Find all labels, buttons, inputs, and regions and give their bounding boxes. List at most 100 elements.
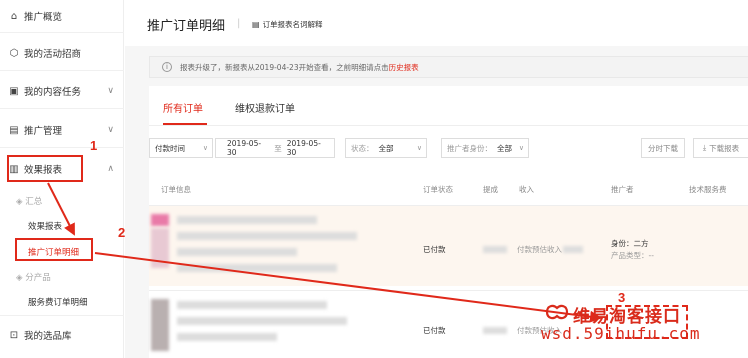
history-report-link[interactable]: 历史报表 xyxy=(389,62,419,73)
column-header: 推广者 xyxy=(611,185,634,194)
status-value: 全部 xyxy=(378,143,394,153)
table-row[interactable]: 已付款 付款预估收入 身份：二方 产品类型：-- xyxy=(149,206,748,286)
order-info-text xyxy=(177,232,357,240)
chevron-down-icon: ∨ xyxy=(202,144,208,152)
order-status: 已付款 xyxy=(423,245,446,254)
annotation-number: 2 xyxy=(118,225,126,240)
product-thumbnail xyxy=(151,299,169,351)
divider xyxy=(0,315,124,316)
info-icon: i xyxy=(162,62,172,72)
glossary-link-label: 订单报表名词解释 xyxy=(262,20,323,29)
sidebar-group-label: 分产品 xyxy=(25,273,51,283)
upgrade-notice: i 报表升级了，新报表从2019-04-23开始查看，之前明细请点击 历史报表 xyxy=(149,56,748,78)
chevron-up-icon: ∧ xyxy=(107,164,114,174)
filter-bar: 付款时间 ∨ 2019-05-30 至 2019-05-30 状态： 全部 ∨ … xyxy=(149,126,748,170)
divider xyxy=(0,147,124,148)
order-info-text xyxy=(177,301,327,309)
income-label: 付款预估收入 xyxy=(517,245,562,254)
timed-download-button[interactable]: 分时下载 xyxy=(641,138,685,158)
promoter-role: 身份：二方 xyxy=(611,239,649,248)
divider xyxy=(0,32,124,33)
glossary-link[interactable]: ▤ 订单报表名词解释 xyxy=(252,19,323,30)
sidebar-item-campaigns[interactable]: ⬡ 我的活动招商 xyxy=(8,42,120,64)
role-label: 推广者身份： xyxy=(447,143,492,153)
page-title: 推广订单明细 xyxy=(147,19,226,34)
column-header: 订单状态 xyxy=(423,185,453,194)
divider xyxy=(0,70,124,71)
promoter-role-select[interactable]: 推广者身份： 全部 ∨ xyxy=(441,138,529,158)
sidebar-item-selection-library[interactable]: ⊡ 我的选品库 xyxy=(8,324,120,346)
layers-icon: ◈ xyxy=(16,273,23,283)
status-label: 状态： xyxy=(351,143,374,153)
tab-refund-orders[interactable]: 维权退款订单 xyxy=(235,100,295,115)
sidebar-item-content-tasks[interactable]: ▣ 我的内容任务 ∨ xyxy=(8,80,120,102)
manage-icon: ▤ xyxy=(9,124,19,136)
annotation-number: 1 xyxy=(90,138,98,153)
sidebar-item-promo-manage[interactable]: ▤ 推广管理 ∨ xyxy=(8,119,120,141)
sidebar-item-label: 我的选品库 xyxy=(24,331,72,342)
role-value: 全部 xyxy=(497,143,512,153)
order-info-text xyxy=(177,317,347,325)
watermark-logo xyxy=(545,304,569,320)
time-type-select[interactable]: 付款时间 ∨ xyxy=(149,138,213,158)
product-type: 产品类型：-- xyxy=(611,251,654,260)
notice-text: 报表升级了，新报表从2019-04-23开始查看，之前明细请点击 xyxy=(180,62,389,72)
sidebar-subitem-effect-report[interactable]: 效果报表 xyxy=(28,220,62,232)
sidebar-group-summary: ◈ 汇总 xyxy=(16,195,42,207)
chevron-down-icon: ∨ xyxy=(416,144,422,152)
download-report-label: 下载报表 xyxy=(709,143,740,153)
sidebar-group-by-product: ◈ 分产品 xyxy=(16,271,51,283)
active-tab-indicator xyxy=(163,123,207,125)
divider xyxy=(0,108,124,109)
chevron-down-icon: ∨ xyxy=(107,125,114,135)
sidebar-item-label: 推广概览 xyxy=(24,12,63,23)
order-info-text xyxy=(177,248,297,256)
commission-value xyxy=(483,327,507,334)
order-tabs: 所有订单 维权退款订单 xyxy=(149,86,748,126)
chevron-down-icon: ∨ xyxy=(518,144,524,152)
column-header: 订单信息 xyxy=(161,185,191,194)
sidebar-subitem-service-order-detail[interactable]: 服务费订单明细 xyxy=(28,296,88,308)
home-icon: ⌂ xyxy=(10,10,18,22)
date-from: 2019-05-30 xyxy=(227,139,262,157)
task-icon: ▣ xyxy=(9,85,19,97)
document-icon: ▤ xyxy=(252,20,260,29)
layers-icon: ◈ xyxy=(16,197,23,207)
income-value xyxy=(563,246,583,253)
sidebar-item-label: 我的内容任务 xyxy=(24,87,82,98)
commission-value xyxy=(483,246,507,253)
order-status: 已付款 xyxy=(423,326,446,335)
product-thumbnail xyxy=(151,214,169,226)
download-icon: ⤓ xyxy=(702,143,707,152)
annotation-box-order-detail xyxy=(15,238,93,261)
download-report-button[interactable]: ⤓ 下载报表 xyxy=(693,138,748,158)
sidebar-item-label: 我的活动招商 xyxy=(24,49,82,60)
library-icon: ⊡ xyxy=(9,329,19,341)
column-header: 收入 xyxy=(519,185,534,194)
status-select[interactable]: 状态： 全部 ∨ xyxy=(345,138,427,158)
timed-download-label: 分时下载 xyxy=(648,143,678,153)
sidebar-subitem-label: 服务费订单明细 xyxy=(28,298,88,308)
sidebar-subitem-label: 效果报表 xyxy=(28,222,63,232)
page-header: 推广订单明细 | ▤ 订单报表名词解释 xyxy=(125,0,748,46)
order-info-text xyxy=(177,264,337,272)
table-header: 订单信息 订单状态 提成 收入 推广者 技术服务费 xyxy=(149,170,748,206)
sidebar-item-overview[interactable]: ⌂ 推广概览 xyxy=(8,5,120,27)
date-to: 2019-05-30 xyxy=(286,139,321,157)
annotation-box-effect-report xyxy=(7,155,83,182)
tab-all-orders[interactable]: 所有订单 xyxy=(163,100,203,115)
order-info-text xyxy=(177,216,317,224)
column-header: 提成 xyxy=(483,185,498,194)
watermark-url: wsd.59ihufu.com xyxy=(541,324,701,343)
date-separator: 至 xyxy=(274,143,282,153)
sidebar-item-label: 推广管理 xyxy=(24,126,63,137)
column-header: 技术服务费 xyxy=(689,185,727,194)
time-type-value: 付款时间 xyxy=(155,143,185,153)
chevron-down-icon: ∨ xyxy=(107,86,114,96)
sidebar-group-label: 汇总 xyxy=(25,197,43,207)
title-separator: | xyxy=(237,18,241,29)
campaign-icon: ⬡ xyxy=(9,47,19,59)
order-info-text xyxy=(177,333,277,341)
product-thumbnail xyxy=(151,228,169,268)
date-range-picker[interactable]: 2019-05-30 至 2019-05-30 xyxy=(215,138,335,158)
